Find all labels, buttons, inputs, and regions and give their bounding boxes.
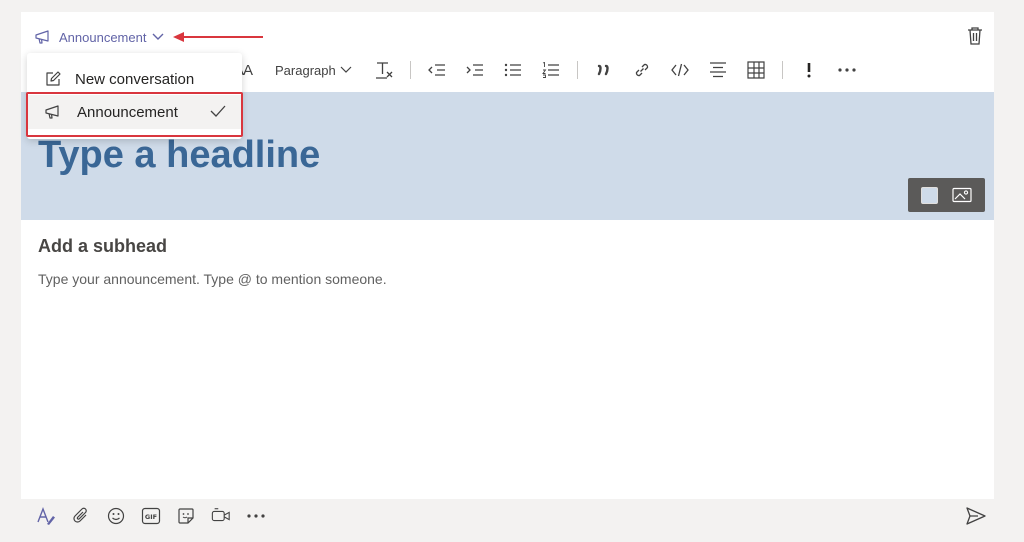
table-icon[interactable]: [744, 56, 768, 84]
megaphone-icon: [35, 30, 49, 44]
image-icon[interactable]: [952, 187, 972, 203]
important-icon[interactable]: [797, 56, 821, 84]
toolbar-divider: [409, 61, 411, 79]
banner-color-button[interactable]: [921, 186, 938, 204]
increase-indent-icon[interactable]: [463, 56, 487, 84]
menu-item-label: Announcement: [77, 103, 178, 121]
link-icon[interactable]: [630, 56, 654, 84]
menu-item-new-conversation[interactable]: New conversation: [27, 62, 242, 96]
more-options-icon[interactable]: [835, 56, 859, 84]
compose-actions-bar: GIF: [36, 505, 266, 527]
quote-icon[interactable]: [592, 56, 616, 84]
menu-item-label: New conversation: [75, 70, 195, 88]
meet-now-icon[interactable]: [211, 506, 231, 526]
numbered-list-icon[interactable]: [539, 56, 563, 84]
format-icon[interactable]: [36, 506, 56, 526]
toolbar-divider: [781, 61, 783, 79]
attach-icon[interactable]: [71, 506, 91, 526]
subhead-input[interactable]: Add a subhead: [38, 236, 167, 257]
gif-icon[interactable]: GIF: [141, 506, 161, 526]
checkmark-icon: [210, 105, 226, 117]
menu-item-announcement[interactable]: Announcement: [27, 95, 242, 129]
align-icon[interactable]: [706, 56, 730, 84]
banner-tools: [908, 178, 985, 212]
svg-text:GIF: GIF: [145, 513, 157, 521]
emoji-icon[interactable]: [106, 506, 126, 526]
post-type-label: Announcement: [59, 29, 147, 45]
sticker-icon[interactable]: [176, 506, 196, 526]
toolbar-divider: [576, 61, 578, 79]
post-type-menu: New conversation Announcement: [27, 53, 242, 139]
post-type-dropdown[interactable]: Announcement: [35, 28, 164, 46]
paragraph-label: Paragraph: [275, 62, 336, 78]
clear-formatting-icon[interactable]: [372, 56, 396, 84]
announcement-body-input[interactable]: Type your announcement. Type @ to mentio…: [38, 271, 387, 287]
chevron-down-icon: [152, 33, 164, 40]
send-icon[interactable]: [966, 506, 986, 526]
code-icon[interactable]: [668, 56, 692, 84]
delete-icon[interactable]: [966, 26, 984, 46]
more-icon[interactable]: [246, 506, 266, 526]
edit-icon: [46, 71, 61, 86]
decrease-indent-icon[interactable]: [425, 56, 449, 84]
bulleted-list-icon[interactable]: [501, 56, 525, 84]
formatting-toolbar: AA Paragraph: [231, 56, 873, 84]
paragraph-dropdown[interactable]: Paragraph: [275, 56, 352, 84]
megaphone-icon: [45, 105, 59, 119]
annotation-arrow: [173, 32, 263, 42]
headline-input[interactable]: Type a headline: [38, 134, 320, 177]
chevron-down-icon: [340, 66, 352, 73]
